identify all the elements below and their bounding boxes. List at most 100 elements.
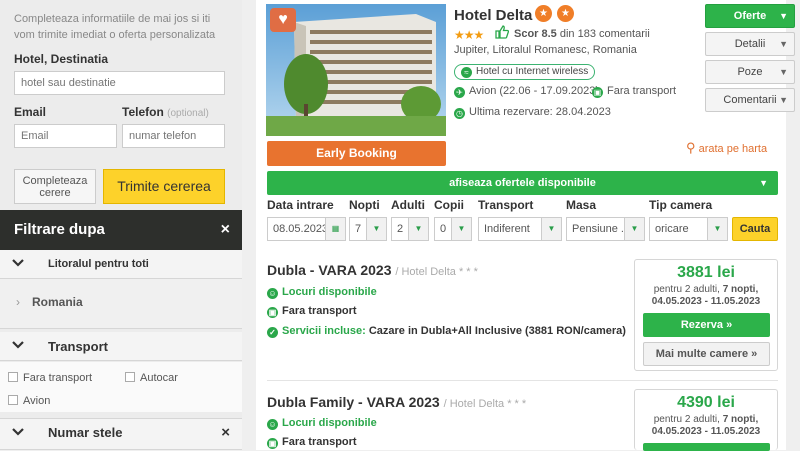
chevron-down-icon: ▼ [779,95,788,105]
heart-icon[interactable]: ♥ [270,8,296,32]
close-icon[interactable]: × [221,419,230,447]
nights-value: 7 [355,223,362,235]
transport-options: Fara transport Autocar Avion [0,362,242,412]
poze-button[interactable]: Poze ▼ [705,60,795,84]
meal-value: Pensiune ... [572,223,631,235]
medal-icon: ★ [557,5,574,22]
wifi-label: Hotel cu Internet wireless [476,66,589,77]
price-box: 4390 lei pentru 2 adulti, 7 nopti, 04.05.… [634,389,778,451]
availability: ☺ Locuri disponibile [267,286,377,299]
meal-select[interactable]: Pensiune ... ▼ [566,217,645,241]
comentarii-button[interactable]: Comentarii ▼ [705,88,795,112]
offer-price: 3881 lei [677,264,735,281]
medal-icon: ★ [535,5,552,22]
chevron-down-icon: ▼ [779,39,788,49]
checkbox-autocar[interactable]: Autocar [125,372,178,384]
detalii-button[interactable]: Detalii ▼ [705,32,795,56]
services-label: Servicii incluse: [282,325,366,337]
calendar-icon[interactable]: ▦ [325,218,345,240]
last-booking-label: Ultima rezervare: 28.04.2023 [469,106,611,118]
transport-select[interactable]: Indiferent ▼ [478,217,562,241]
adults-select[interactable]: 2 ▼ [391,217,429,241]
checkbox-label: Avion [23,395,51,407]
smile-icon: ☺ [267,419,278,430]
oferte-button[interactable]: Oferte ▼ [705,4,795,28]
email-field[interactable] [14,124,117,148]
last-booking-info: ◷ Ultima rezervare: 28.04.2023 [454,106,611,119]
chevron-down-icon [12,250,24,279]
date-value: 08.05.2023 [273,223,329,235]
date-input[interactable]: 08.05.2023 ▦ [267,217,346,241]
flight-label: Avion (22.06 - 17.09.2023) [469,85,600,97]
more-rooms-button[interactable]: Mai multe camere » [643,342,770,366]
offer-title[interactable]: Dubla - VARA 2023 / Hotel Delta * * * [267,262,478,278]
checkbox-avion[interactable]: Avion [8,395,50,407]
checkbox-icon [8,372,18,382]
filter-transport[interactable]: Transport [0,332,242,361]
bus-icon: ▣ [267,438,278,449]
filter-litoral[interactable]: Litoralul pentru toti [0,250,242,279]
checkbox-fara-transport[interactable]: Fara transport [8,372,92,384]
request-form: Completeaza informatiile de mai jos si i… [0,0,242,207]
bus-icon: ▣ [267,307,278,318]
date-label: Data intrare [267,198,334,212]
transport-info-label: Fara transport [282,305,357,317]
transport-info: ▣ Fara transport [267,436,357,449]
chevron-down-icon: ▼ [366,218,386,240]
offer-price: 4390 lei [677,394,735,411]
phone-field[interactable] [122,124,225,148]
offer-room-name: Dubla Family - VARA 2023 [267,394,440,410]
offer-hotel-sub: / Hotel Delta * * * [443,398,527,410]
checkbox-icon [125,372,135,382]
offer-divider [267,380,778,381]
chevron-down-icon [12,332,24,361]
comments-count[interactable]: din 183 comentarii [560,28,650,40]
close-icon[interactable]: × [221,210,230,250]
meal-label: Masa [566,198,597,212]
hotel-name[interactable]: Hotel Delta [454,7,532,24]
complete-request-button[interactable]: Completeaza cerere [14,169,96,204]
phone-label-text: Telefon [122,105,164,119]
kids-select[interactable]: 0 ▼ [434,217,472,241]
offer-room-name: Dubla - VARA 2023 [267,262,392,278]
chevron-right-icon: › [16,295,20,309]
search-button[interactable]: Cauta [732,217,778,241]
offer-title[interactable]: Dubla Family - VARA 2023 / Hotel Delta *… [267,394,526,410]
price-dates: 04.05.2023 - 11.05.2023 [651,426,761,437]
chevron-down-icon [12,419,24,447]
filter-stele[interactable]: Numar stele × [0,418,242,450]
transport-label: Transport [478,198,534,212]
send-request-button[interactable]: Trimite cererea [103,169,225,204]
hotel-label: Hotel, Destinatia [14,52,109,66]
no-transport-label: Fara transport [607,85,677,97]
detalii-label: Detalii [734,38,766,50]
early-booking-button[interactable]: Early Booking [267,141,446,166]
nights-select[interactable]: 7 ▼ [349,217,387,241]
no-transport-info: ▣ Fara transport [592,85,676,98]
chevron-down-icon: ▼ [541,218,561,240]
filter-romania[interactable]: › Romania [0,279,242,329]
price-details: pentru 2 adulti, 7 nopti, 04.05.2023 - 11… [635,284,777,308]
comentarii-label: Comentarii [723,94,777,106]
price-nights: 7 nopti, [722,284,759,295]
reserve-button[interactable]: Rezerva » [643,313,770,337]
price-nights: 7 nopti, [722,414,759,425]
filter-litoral-label: Litoralul pentru toti [48,258,149,270]
map-link[interactable]: ⚲ arata pe harta [686,140,767,156]
services-value: Cazare in Dubla+All Inclusive (3881 RON/… [368,325,626,337]
chevron-down-icon: ▼ [408,218,428,240]
filter-stele-label: Numar stele [48,425,123,440]
offer-hotel-sub: / Hotel Delta * * * [395,266,478,278]
show-offers-bar[interactable]: afiseaza ofertele disponibile ▼ [267,171,778,195]
room-select[interactable]: oricare ▼ [649,217,728,241]
filter-transport-label: Transport [48,339,108,354]
availability-label: Locuri disponibile [282,286,377,298]
price-dates: 04.05.2023 - 11.05.2023 [651,296,761,307]
filter-title: Filtrare dupa [14,221,105,238]
hotel-input[interactable] [14,71,225,95]
flight-info: ✈ Avion (22.06 - 17.09.2023) [454,85,599,98]
transport-value: Indiferent [484,223,530,235]
map-link-label: arata pe harta [698,143,768,155]
wifi-icon: ≈ [461,67,472,78]
chevron-down-icon: ▼ [707,218,727,240]
